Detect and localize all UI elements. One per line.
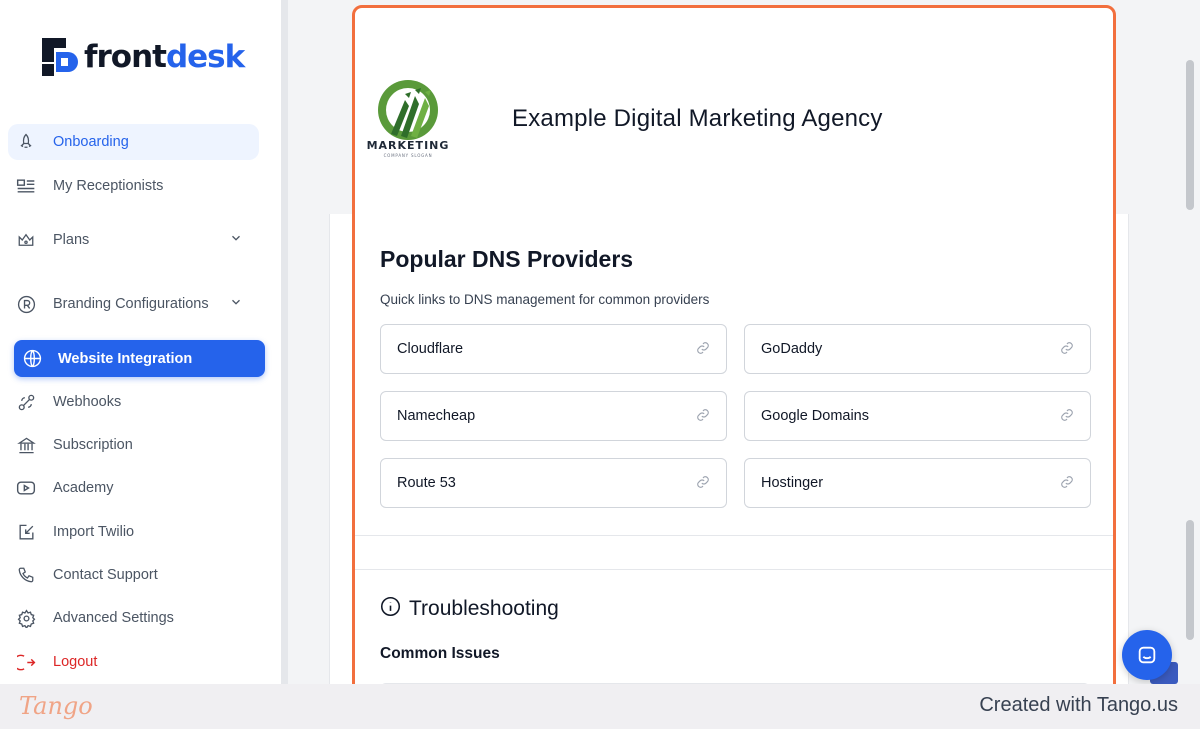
chevron-down-icon[interactable] bbox=[229, 231, 243, 250]
list-icon bbox=[16, 176, 36, 196]
sidebar-divider bbox=[281, 0, 288, 684]
registered-icon bbox=[16, 294, 36, 314]
gear-icon bbox=[16, 608, 36, 628]
link-icon bbox=[1060, 408, 1074, 427]
integration-card: MARKETING COMPANY SLOGAN Example Digital… bbox=[352, 5, 1116, 724]
logout-icon bbox=[16, 652, 36, 672]
provider-link-hostinger[interactable]: Hostinger bbox=[744, 458, 1091, 508]
svg-text:MARKETING: MARKETING bbox=[367, 139, 450, 152]
sidebar-item-label: Logout bbox=[53, 654, 98, 670]
sidebar-item-webhooks[interactable]: Webhooks bbox=[8, 384, 259, 420]
scrollbar-thumb[interactable] bbox=[1186, 60, 1194, 210]
sidebar-item-label: Branding Configurations bbox=[53, 296, 209, 312]
dns-section-subtitle: Quick links to DNS management for common… bbox=[380, 292, 710, 307]
frontdesk-logo[interactable]: frontdesk bbox=[42, 38, 245, 76]
chat-icon bbox=[1138, 646, 1156, 664]
agency-logo-image: MARKETING COMPANY SLOGAN bbox=[367, 80, 450, 158]
sidebar-item-plans[interactable]: Plans bbox=[8, 222, 259, 258]
troubleshooting-heading: Troubleshooting bbox=[380, 596, 559, 622]
provider-link-cloudflare[interactable]: Cloudflare bbox=[380, 324, 727, 374]
link-icon bbox=[696, 341, 710, 360]
tango-logo: Tango bbox=[19, 692, 93, 720]
provider-link-route-53[interactable]: Route 53 bbox=[380, 458, 727, 508]
section-divider bbox=[355, 535, 1113, 536]
agency-title: Example Digital Marketing Agency bbox=[512, 105, 883, 132]
link-icon bbox=[696, 408, 710, 427]
play-icon bbox=[16, 478, 36, 498]
link-icon bbox=[1060, 475, 1074, 494]
provider-name: GoDaddy bbox=[761, 341, 823, 357]
link-icon bbox=[696, 475, 710, 494]
sidebar-item-onboarding[interactable]: Onboarding bbox=[8, 124, 259, 160]
chevron-down-icon[interactable] bbox=[229, 295, 243, 314]
provider-name: Route 53 bbox=[397, 475, 456, 491]
sidebar-item-label: Advanced Settings bbox=[53, 610, 174, 626]
sidebar-item-label: Onboarding bbox=[53, 134, 129, 150]
sidebar-item-logout[interactable]: Logout bbox=[8, 644, 259, 680]
common-issues-heading: Common Issues bbox=[380, 645, 500, 662]
frontdesk-logo-icon bbox=[42, 38, 78, 76]
troubleshooting-title: Troubleshooting bbox=[409, 597, 559, 620]
agency-logo: MARKETING COMPANY SLOGAN bbox=[361, 78, 455, 160]
webhook-icon bbox=[16, 392, 36, 412]
svg-text:COMPANY SLOGAN: COMPANY SLOGAN bbox=[384, 153, 433, 158]
import-icon bbox=[16, 522, 36, 542]
globe-icon bbox=[22, 349, 42, 369]
sidebar-item-label: Plans bbox=[53, 232, 90, 248]
provider-link-godaddy[interactable]: GoDaddy bbox=[744, 324, 1091, 374]
section-divider bbox=[355, 569, 1113, 570]
sidebar-item-label: Contact Support bbox=[53, 567, 158, 583]
created-with-text: Created with Tango.us bbox=[979, 694, 1178, 716]
brand-name: frontdesk bbox=[84, 39, 245, 75]
sidebar-item-branding-configurations[interactable]: Branding Configurations bbox=[8, 286, 259, 322]
sidebar-item-subscription[interactable]: Subscription bbox=[8, 427, 259, 463]
sidebar-item-label: Subscription bbox=[53, 437, 133, 453]
sidebar-item-my-receptionists[interactable]: My Receptionists bbox=[8, 168, 259, 204]
sidebar-item-advanced-settings[interactable]: Advanced Settings bbox=[8, 600, 259, 636]
scrollbar-thumb[interactable] bbox=[1186, 520, 1194, 640]
sidebar-item-label: Academy bbox=[53, 480, 114, 496]
sidebar-item-label: Webhooks bbox=[53, 394, 122, 410]
bank-icon bbox=[16, 435, 36, 455]
rocket-icon bbox=[16, 132, 36, 152]
sidebar-item-import-twilio[interactable]: Import Twilio bbox=[8, 514, 259, 550]
crown-icon bbox=[16, 230, 36, 250]
sidebar: frontdesk Onboarding My Receptionists Pl… bbox=[0, 0, 281, 684]
sidebar-item-label: Import Twilio bbox=[53, 524, 135, 540]
provider-name: Namecheap bbox=[397, 408, 476, 424]
info-icon bbox=[380, 596, 401, 622]
sidebar-item-website-integration[interactable]: Website Integration bbox=[14, 340, 265, 377]
sidebar-item-contact-support[interactable]: Contact Support bbox=[8, 557, 259, 593]
sidebar-item-academy[interactable]: Academy bbox=[8, 470, 259, 506]
phone-icon bbox=[16, 565, 36, 585]
provider-name: Cloudflare bbox=[397, 341, 464, 357]
sidebar-item-label: Website Integration bbox=[58, 350, 193, 367]
chat-launcher-button[interactable] bbox=[1122, 630, 1172, 680]
sidebar-item-label: My Receptionists bbox=[53, 178, 164, 194]
provider-name: Hostinger bbox=[761, 475, 824, 491]
link-icon bbox=[1060, 341, 1074, 360]
dns-section-title: Popular DNS Providers bbox=[380, 246, 634, 272]
provider-link-namecheap[interactable]: Namecheap bbox=[380, 391, 727, 441]
provider-name: Google Domains bbox=[761, 408, 869, 424]
provider-link-google-domains[interactable]: Google Domains bbox=[744, 391, 1091, 441]
